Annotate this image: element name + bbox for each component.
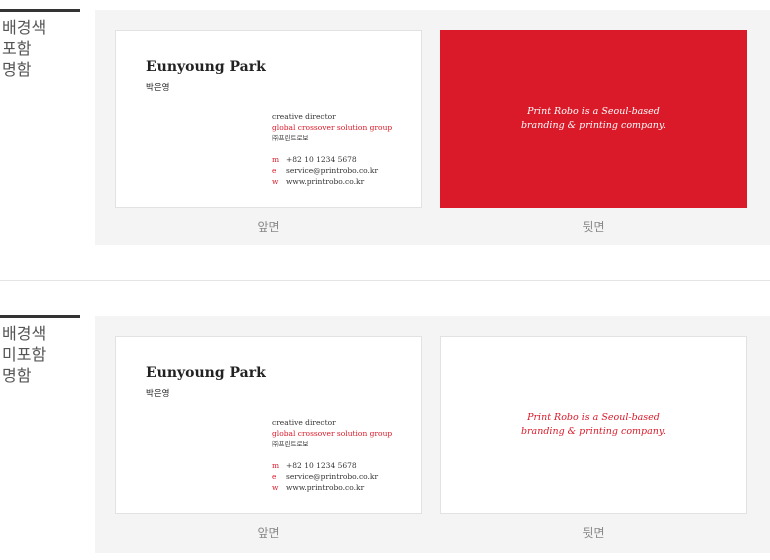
section-with-background: 배경색 포함 명함 Eunyoung Park 박은영 creative dir… [0, 0, 770, 260]
contact-row: e service@printrobo.co.kr [272, 165, 392, 176]
section-label-bar [0, 9, 80, 12]
card-front[interactable]: Eunyoung Park 박은영 creative director glob… [115, 30, 422, 208]
contact-value: www.printrobo.co.kr [286, 177, 365, 186]
section-divider [0, 280, 770, 281]
section-label-line: 배경색 [2, 18, 47, 37]
card-back-tagline: Print Robo is a Seoul-based branding & p… [521, 411, 666, 439]
contact-value: service@printrobo.co.kr [286, 472, 379, 481]
contact-key: w [272, 483, 279, 492]
back-caption: 뒷면 [582, 220, 605, 234]
card-department: global crossover solution group [272, 429, 393, 438]
contact-key: m [272, 461, 280, 470]
card-preview-panel: Eunyoung Park 박은영 creative director glob… [95, 10, 770, 245]
contact-row: w www.printrobo.co.kr [272, 482, 392, 493]
section-label: 배경색 포함 명함 [2, 17, 46, 80]
contact-key: w [272, 177, 279, 186]
front-caption: 앞면 [257, 220, 280, 234]
section-label-line: 미포함 [2, 345, 47, 364]
card-back[interactable]: Print Robo is a Seoul-based branding & p… [440, 30, 747, 208]
card-back[interactable]: Print Robo is a Seoul-based branding & p… [440, 336, 747, 514]
section-without-background: 배경색 미포함 명함 Eunyoung Park 박은영 creative di… [0, 306, 770, 560]
card-back-tagline: Print Robo is a Seoul-based branding & p… [521, 105, 666, 133]
card-preview-panel: Eunyoung Park 박은영 creative director glob… [95, 316, 770, 553]
card-name: Eunyoung Park [146, 365, 266, 381]
contact-row: m +82 10 1234 5678 [272, 154, 392, 165]
contact-value: www.printrobo.co.kr [286, 483, 365, 492]
section-label-line: 명함 [2, 366, 32, 385]
contact-value: +82 10 1234 5678 [286, 155, 357, 164]
contact-row: e service@printrobo.co.kr [272, 471, 392, 482]
card-korean-name: 박은영 [146, 83, 170, 93]
card-company: ㈜프린트로보 [272, 440, 309, 448]
contact-key: m [272, 155, 280, 164]
card-title: creative director [272, 112, 336, 121]
tagline-line: branding & printing company. [520, 426, 667, 437]
front-caption: 앞면 [257, 526, 280, 540]
card-title: creative director [272, 418, 336, 427]
card-department: global crossover solution group [272, 123, 393, 132]
section-label-line: 배경색 [2, 324, 47, 343]
contact-key: e [272, 166, 277, 175]
contact-value: +82 10 1234 5678 [286, 461, 357, 470]
card-info: creative director global crossover solut… [272, 111, 392, 187]
card-company: ㈜프린트로보 [272, 134, 309, 142]
contact-row: w www.printrobo.co.kr [272, 176, 392, 187]
card-korean-name: 박은영 [146, 389, 170, 399]
card-name: Eunyoung Park [146, 59, 266, 75]
section-label-line: 명함 [2, 60, 32, 79]
card-info: creative director global crossover solut… [272, 417, 392, 493]
back-caption: 뒷면 [582, 526, 605, 540]
tagline-line: Print Robo is a Seoul-based [527, 106, 660, 117]
tagline-line: Print Robo is a Seoul-based [527, 412, 660, 423]
card-front[interactable]: Eunyoung Park 박은영 creative director glob… [115, 336, 422, 514]
contact-value: service@printrobo.co.kr [286, 166, 379, 175]
contact-key: e [272, 472, 277, 481]
section-label-line: 포함 [2, 39, 32, 58]
tagline-line: branding & printing company. [520, 120, 667, 131]
section-label-bar [0, 315, 80, 318]
contact-row: m +82 10 1234 5678 [272, 460, 392, 471]
section-label: 배경색 미포함 명함 [2, 323, 46, 386]
